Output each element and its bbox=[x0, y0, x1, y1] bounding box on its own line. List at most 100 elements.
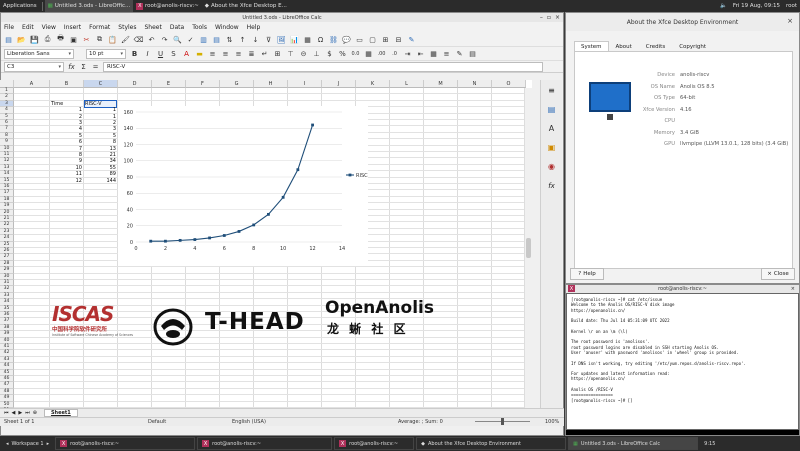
bold-icon[interactable]: B bbox=[130, 49, 139, 58]
column-header-j[interactable]: J bbox=[322, 80, 356, 88]
show-draw-icon[interactable]: ✎ bbox=[407, 35, 416, 44]
font-name-combo[interactable]: Liberation Sans bbox=[4, 48, 74, 59]
clear-icon[interactable]: ⌫ bbox=[134, 35, 144, 44]
column-header-n[interactable]: N bbox=[458, 80, 492, 88]
help-button[interactable]: ? Help bbox=[570, 268, 604, 280]
underline-icon[interactable]: U bbox=[156, 49, 165, 58]
status-language[interactable]: English (USA) bbox=[232, 419, 266, 425]
last-sheet-icon[interactable]: ⏭ bbox=[25, 410, 30, 416]
styles-icon[interactable]: A bbox=[545, 122, 558, 135]
highlight-icon[interactable]: ▬ bbox=[195, 49, 204, 58]
italic-icon[interactable]: I bbox=[143, 49, 152, 58]
select-all-corner[interactable] bbox=[0, 80, 14, 88]
menu-edit[interactable]: Edit bbox=[22, 24, 34, 31]
conditional-icon[interactable]: ▤ bbox=[468, 49, 477, 58]
terminal-titlebar[interactable]: X root@anolis-riscv:~ × bbox=[566, 285, 799, 293]
add-sheet-icon[interactable]: ⊕ bbox=[33, 410, 37, 416]
menu-window[interactable]: Window bbox=[215, 24, 239, 31]
spreadsheet-grid[interactable]: ABCDEFGHIJKLMNO 1 2 3 4 5 6 7 8 9 10 11 12 13 14 15 16 1… bbox=[0, 80, 532, 408]
column-header-b[interactable]: B bbox=[50, 80, 84, 88]
column-header-a[interactable]: A bbox=[14, 80, 50, 88]
image-icon[interactable]: 🖼 bbox=[277, 35, 286, 44]
sort-asc-icon[interactable]: ↑ bbox=[238, 35, 247, 44]
align-middle-icon[interactable]: ⊝ bbox=[299, 49, 308, 58]
indent-icon[interactable]: ⇥ bbox=[403, 49, 412, 58]
column-header-o[interactable]: O bbox=[492, 80, 526, 88]
menu-data[interactable]: Data bbox=[170, 24, 184, 31]
split-icon[interactable]: ⊟ bbox=[394, 35, 403, 44]
add-decimal-icon[interactable]: .00 bbox=[377, 49, 386, 58]
new-icon[interactable]: ▤ bbox=[4, 35, 13, 44]
font-size-combo[interactable]: 10 pt bbox=[86, 48, 126, 59]
taskbar-calc[interactable]: ▦ Untitled 3.ods - LibreOffice Calc bbox=[568, 437, 699, 450]
number-icon[interactable]: 0.0 bbox=[351, 49, 360, 58]
column-header-c[interactable]: C bbox=[84, 80, 118, 88]
menu-format[interactable]: Format bbox=[89, 24, 110, 31]
header-footer-icon[interactable]: ▭ bbox=[355, 35, 364, 44]
undo-icon[interactable]: ↶ bbox=[147, 35, 156, 44]
name-box[interactable]: C3 bbox=[4, 61, 64, 72]
taskbar-terminal-3[interactable]: Xroot@anolis-riscv:~ bbox=[334, 437, 415, 450]
sort-desc-icon[interactable]: ↓ bbox=[251, 35, 260, 44]
workspace-switcher[interactable]: ◂ Workspace 1 ▸ bbox=[2, 437, 53, 450]
del-decimal-icon[interactable]: .0 bbox=[390, 49, 399, 58]
minimize-icon[interactable]: – bbox=[540, 14, 543, 21]
percent-icon[interactable]: % bbox=[338, 49, 347, 58]
column-header-l[interactable]: L bbox=[390, 80, 424, 88]
print-icon[interactable]: 🖶 bbox=[56, 34, 65, 44]
functions-icon[interactable]: fx bbox=[545, 179, 558, 192]
menu-insert[interactable]: Insert bbox=[64, 24, 81, 31]
about-titlebar[interactable]: About the Xfce Desktop Environment × bbox=[566, 13, 799, 31]
formula-icon[interactable]: = bbox=[91, 62, 100, 71]
currency-icon[interactable]: $ bbox=[325, 49, 334, 58]
copy-icon[interactable]: ⧉ bbox=[95, 35, 104, 44]
applications-menu[interactable]: Applications bbox=[0, 0, 40, 12]
next-sheet-icon[interactable]: ▶ bbox=[18, 410, 22, 416]
column-header-i[interactable]: I bbox=[288, 80, 322, 88]
column-header-k[interactable]: K bbox=[356, 80, 390, 88]
close-icon[interactable]: × bbox=[787, 17, 793, 25]
calc-titlebar[interactable]: Untitled 3.ods - LibreOffice Calc – ▫ × bbox=[1, 13, 563, 22]
taskbar-terminal-1[interactable]: Xroot@anolis-riscv:~ bbox=[55, 437, 196, 450]
open-icon[interactable]: 📂 bbox=[17, 35, 26, 44]
menu-tools[interactable]: Tools bbox=[192, 24, 207, 31]
outdent-icon[interactable]: ⇤ bbox=[416, 49, 425, 58]
borders-icon[interactable]: ▦ bbox=[429, 49, 438, 58]
strikethrough-icon[interactable]: S bbox=[169, 49, 178, 58]
navigator-icon[interactable]: ◉ bbox=[545, 160, 558, 173]
align-left-icon[interactable]: ≡ bbox=[208, 49, 217, 58]
save-icon[interactable]: 💾 bbox=[30, 35, 39, 44]
sort-icon[interactable]: ⇅ bbox=[225, 35, 234, 44]
maximize-icon[interactable]: ▫ bbox=[547, 14, 551, 21]
column-header-d[interactable]: D bbox=[118, 80, 152, 88]
column-header-f[interactable]: F bbox=[186, 80, 220, 88]
formula-input[interactable]: RISC-V bbox=[103, 61, 543, 72]
export-pdf-icon[interactable]: ⎙ bbox=[43, 35, 52, 44]
sum-icon[interactable]: Σ bbox=[79, 62, 88, 71]
taskbar-clock[interactable]: 9:15 bbox=[700, 437, 719, 450]
close-icon[interactable]: × bbox=[555, 14, 560, 21]
column-icon[interactable]: ▤ bbox=[212, 35, 221, 44]
align-right-icon[interactable]: ≡ bbox=[234, 49, 243, 58]
chart-icon[interactable]: 📊 bbox=[290, 35, 299, 44]
properties-icon[interactable]: ▤ bbox=[545, 103, 558, 116]
row-icon[interactable]: ▥ bbox=[199, 35, 208, 44]
menu-sheet[interactable]: Sheet bbox=[145, 24, 162, 31]
align-bottom-icon[interactable]: ⊥ bbox=[312, 49, 321, 58]
tab-sheet1[interactable]: Sheet1 bbox=[43, 409, 78, 417]
column-header-m[interactable]: M bbox=[424, 80, 458, 88]
clock[interactable]: Fri 19 Aug, 09:15 bbox=[730, 0, 783, 12]
wrap-icon[interactable]: ↵ bbox=[260, 49, 269, 58]
border-style-icon[interactable]: ≡ bbox=[442, 49, 451, 58]
cell-c15[interactable]: 144 bbox=[85, 178, 116, 184]
clone-icon[interactable]: 🖌 bbox=[121, 35, 130, 44]
special-char-icon[interactable]: Ω bbox=[316, 35, 325, 44]
first-sheet-icon[interactable]: ⏮ bbox=[4, 410, 9, 416]
font-color-icon[interactable]: A bbox=[182, 49, 191, 58]
menu-styles[interactable]: Styles bbox=[118, 24, 136, 31]
column-header-g[interactable]: G bbox=[220, 80, 254, 88]
menu-help[interactable]: Help bbox=[247, 24, 261, 31]
align-top-icon[interactable]: ⊤ bbox=[286, 49, 295, 58]
task-calc[interactable]: ▦ Untitled 3.ods - LibreOffic... bbox=[44, 0, 134, 12]
menu-view[interactable]: View bbox=[42, 24, 56, 31]
